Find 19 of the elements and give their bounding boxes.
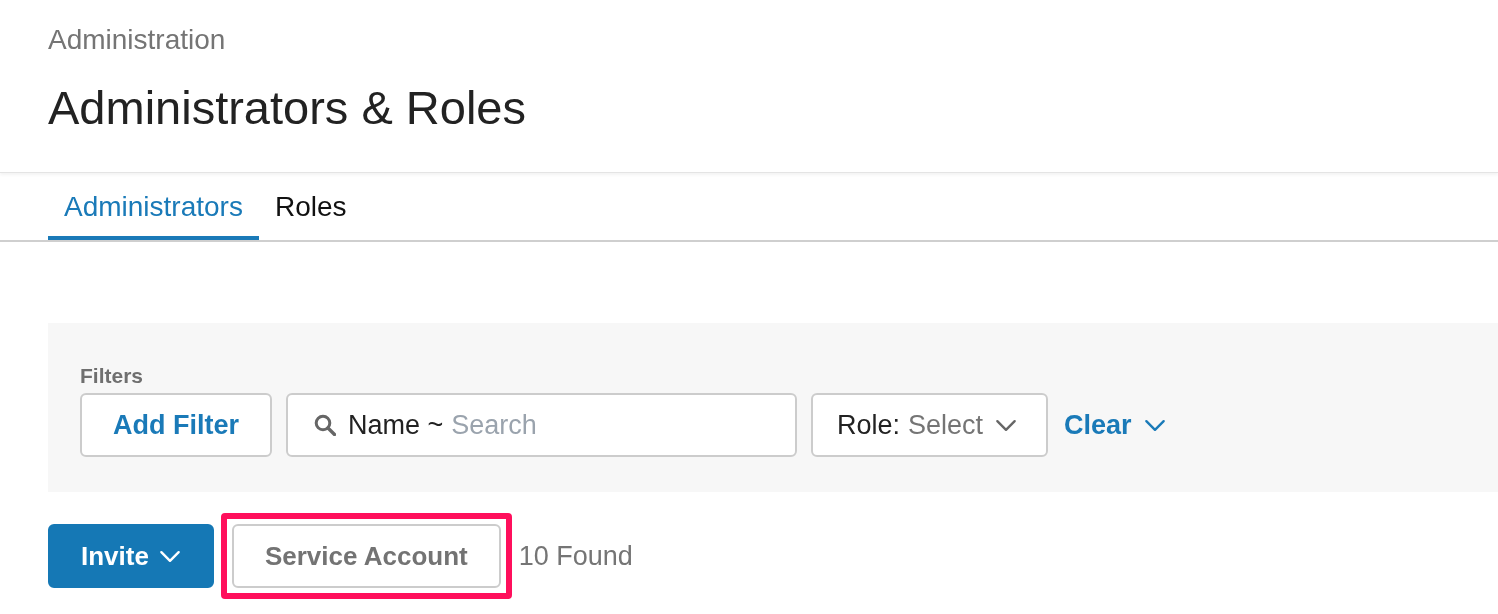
- result-count-text: 10 Found: [518, 539, 633, 573]
- breadcrumb-text: Administration: [48, 23, 226, 57]
- role-select[interactable]: Role: Select: [811, 393, 1048, 457]
- chevron-down-icon: [1143, 418, 1166, 432]
- filters-label: Filters: [80, 365, 144, 387]
- search-field[interactable]: Name ~ Search: [286, 393, 797, 457]
- chevron-down-icon: [995, 418, 1018, 432]
- search-input[interactable]: Search: [451, 404, 785, 446]
- add-filter-button[interactable]: Add Filter: [80, 393, 272, 457]
- clear-dropdown-button[interactable]: Clear: [1064, 404, 1166, 446]
- invite-dropdown-button[interactable]: Invite: [48, 524, 214, 588]
- role-select-placeholder: Select: [908, 408, 984, 442]
- search-icon: [314, 414, 336, 436]
- tab[interactable]: Roles: [258, 173, 363, 240]
- service-account-button[interactable]: Service Account: [231, 524, 501, 588]
- search-prefix-label: Name ~: [348, 408, 444, 442]
- role-select-label: Role:: [837, 408, 901, 442]
- tab[interactable]: Administrators: [48, 173, 259, 240]
- page-title: Administrators & Roles: [48, 80, 526, 136]
